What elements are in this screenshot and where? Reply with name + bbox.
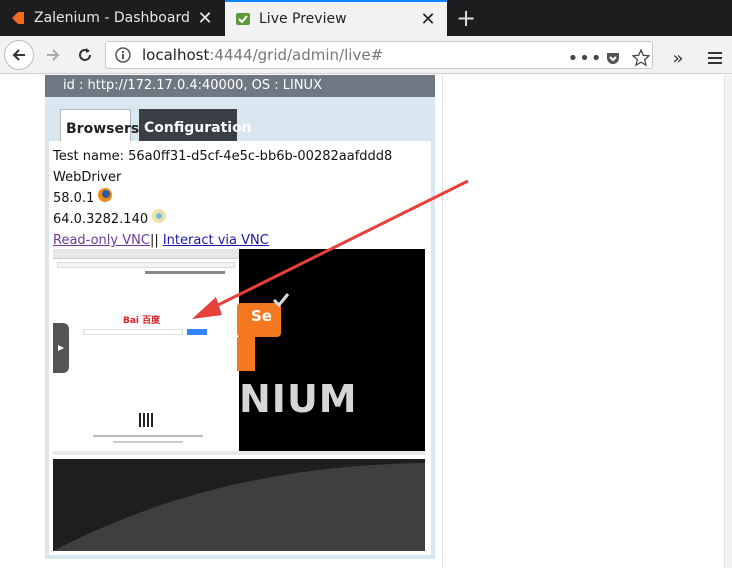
zalenium-favicon-icon (12, 12, 24, 24)
pocket-button[interactable] (598, 43, 628, 73)
close-tab-icon[interactable]: ✕ (417, 9, 439, 30)
reload-icon (79, 48, 91, 61)
close-tab-icon[interactable]: ✕ (194, 8, 216, 29)
pocket-icon (607, 53, 619, 64)
bookmark-button[interactable] (626, 43, 656, 73)
url-text[interactable]: localhost:4444/grid/admin/live# (142, 46, 383, 64)
back-button[interactable] (4, 40, 34, 70)
annotation-arrow (192, 179, 469, 319)
menu-icon (708, 52, 722, 64)
tab-live-preview[interactable]: Live Preview ✕ (225, 0, 447, 36)
navigation-toolbar: localhost:4444/grid/admin/live# ••• » (0, 36, 732, 74)
star-icon (632, 49, 650, 67)
forward-button[interactable] (38, 40, 68, 70)
url-path: :4444/grid/admin/live# (209, 46, 384, 64)
back-icon (12, 49, 25, 61)
tab-label: Zalenium - Dashboard (34, 10, 190, 26)
tab-dashboard[interactable]: Zalenium - Dashboard ✕ (0, 0, 224, 36)
menu-button[interactable] (700, 43, 730, 73)
live-preview-favicon-icon (236, 13, 250, 25)
overflow-icon: » (672, 47, 684, 69)
new-tab-icon[interactable]: + (452, 2, 480, 34)
forward-icon (47, 49, 60, 61)
tab-label: Live Preview (259, 11, 347, 27)
overflow-button[interactable]: » (663, 43, 693, 73)
url-host: localhost (142, 46, 210, 64)
info-icon[interactable] (114, 46, 132, 64)
page-viewport: id : http://172.17.0.4:40000, OS : LINUX… (0, 75, 732, 568)
tab-strip: Zalenium - Dashboard ✕ Live Preview ✕ + (0, 0, 732, 36)
reload-button[interactable] (70, 40, 100, 70)
page-actions-button[interactable]: ••• (568, 43, 602, 73)
